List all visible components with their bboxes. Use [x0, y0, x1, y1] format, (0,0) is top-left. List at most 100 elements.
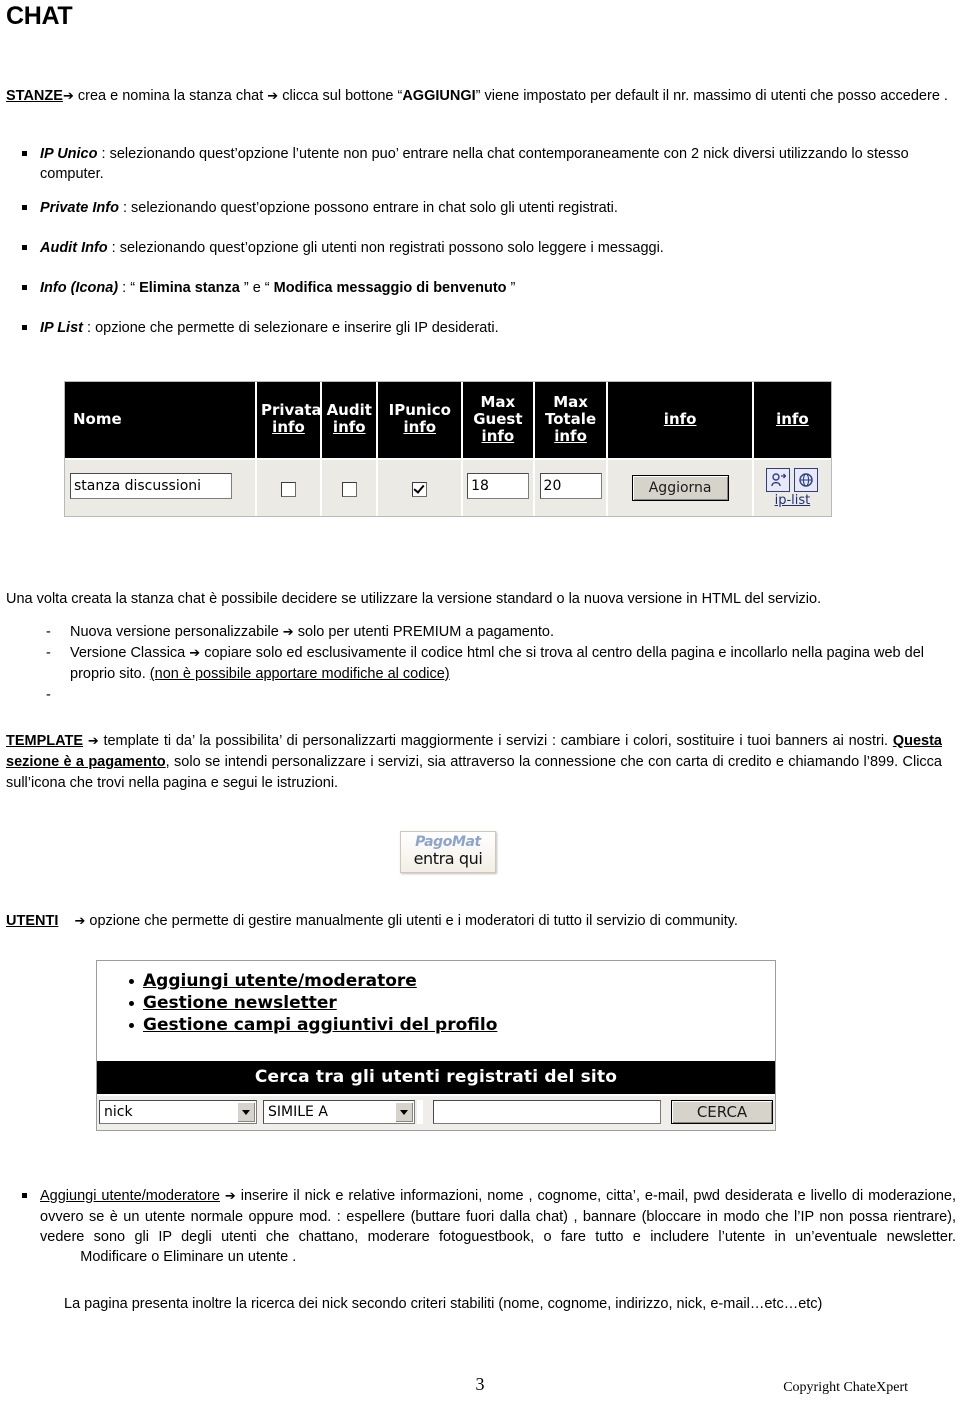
aggiungi-button-name: AGGIUNGI [402, 88, 476, 104]
option-term: Info (Icona) [40, 280, 119, 296]
chevron-down-icon[interactable] [395, 1102, 413, 1122]
list-item-aggiungi-utente-note: Aggiungi utente/moderatore ➔ inserire il… [6, 1186, 956, 1267]
template-term: TEMPLATE [6, 733, 84, 749]
link-label[interactable]: Aggiungi utente/moderatore [143, 971, 417, 991]
closing-note: La pagina presenta inoltre la ricerca de… [64, 1296, 823, 1312]
pagomat-action-label: entra qui [413, 849, 483, 868]
table-row: stanza discussioni 18 20 Aggiorna ip-lis… [65, 458, 831, 516]
column-label-line1: Max [553, 392, 588, 411]
info-link[interactable]: info [382, 419, 457, 436]
search-query-input[interactable] [433, 1100, 661, 1124]
list-item-aggiungi-utente[interactable]: Aggiungi utente/moderatore [129, 971, 775, 992]
info-link[interactable]: info [261, 419, 316, 436]
version-text: Versione Classica [70, 645, 186, 661]
users-links-list: Aggiungi utente/moderatore Gestione news… [97, 961, 775, 1061]
option-term: Private Info [40, 200, 119, 216]
users-search-row: nick SIMILE A CERCA [97, 1094, 775, 1130]
column-label-line2: Guest [473, 409, 523, 428]
ipunico-checkbox[interactable] [412, 481, 428, 497]
page-title: CHAT [6, 2, 73, 30]
column-header-max-guest: Max Guest info [462, 382, 535, 459]
search-field-select[interactable]: nick [99, 1100, 257, 1124]
stanze-term: STANZE [6, 88, 63, 104]
option-text: : opzione che permette di selezionare e … [82, 320, 499, 336]
globe-network-icon[interactable] [794, 468, 819, 492]
link-label[interactable]: Gestione campi aggiuntivi del profilo [143, 1015, 497, 1035]
add-user-note-list: Aggiungi utente/moderatore ➔ inserire il… [6, 1186, 956, 1267]
list-item-info-icona: Info (Icona) : “ Elimina stanza ” e “ Mo… [6, 278, 946, 298]
arrow-icon: ➔ [87, 734, 99, 749]
arrow-icon: ➔ [74, 914, 86, 929]
stanze-text-3: ” viene impostato per default il nr. mas… [475, 88, 948, 104]
option-bold-2: Modifica messaggio di benvenuto [273, 280, 507, 296]
selected-value: nick [104, 1104, 133, 1120]
user-ip-icon[interactable] [766, 468, 791, 492]
list-item-ip-unico: IP Unico : selezionando quest’opzione l’… [6, 144, 946, 184]
selected-value: SIMILE A [268, 1104, 328, 1120]
audit-checkbox[interactable] [341, 481, 357, 497]
list-item-gestione-newsletter[interactable]: Gestione newsletter [129, 993, 775, 1014]
info-link[interactable]: info [467, 427, 529, 445]
column-label-line1: Max [480, 392, 516, 411]
cell-update: Aggiorna [607, 458, 754, 516]
room-name-input[interactable]: stanza discussioni [70, 473, 232, 499]
info-link[interactable]: info [612, 410, 747, 428]
column-label: IPunico [388, 401, 451, 419]
rooms-table: Nome Privata info Audit info IPunico inf… [65, 382, 831, 516]
pagomat-button-screenshot[interactable]: PagoMat entra qui [400, 831, 496, 873]
arrow-icon: ➔ [267, 89, 279, 104]
column-header-audit: Audit info [321, 382, 379, 459]
max-totale-input[interactable]: 20 [539, 473, 602, 499]
option-bold-1: Elimina stanza [139, 280, 240, 296]
stanze-text-1: crea e nomina la stanza chat [77, 88, 264, 104]
link-label[interactable]: Gestione newsletter [143, 993, 337, 1013]
max-guest-input[interactable]: 18 [467, 473, 530, 499]
cell-iplist: ip-list [752, 458, 831, 516]
info-link[interactable]: info [758, 410, 827, 428]
dash-marker: - [46, 624, 51, 640]
option-term: IP List [40, 320, 83, 336]
chat-options-list: IP Unico : selezionando quest’opzione l’… [6, 144, 946, 352]
arrow-icon: ➔ [62, 89, 74, 104]
version-text: Nuova versione personalizzabile [70, 624, 279, 640]
template-text-1: template ti da’ la possibilita’ di perso… [98, 733, 893, 749]
aggiorna-button[interactable]: Aggiorna [631, 475, 729, 501]
option-term: Audit Info [40, 240, 108, 256]
cell-privata [255, 458, 323, 516]
column-header-iplist: info [752, 382, 831, 459]
info-link[interactable]: info [326, 419, 372, 436]
arrow-icon: ➔ [224, 1189, 236, 1204]
option-text-mid: ” e “ [239, 280, 274, 296]
search-operator-select[interactable]: SIMILE A [263, 1100, 415, 1124]
arrow-icon: ➔ [189, 646, 201, 661]
option-text: : selezionando quest’opzione l’utente no… [40, 146, 909, 182]
chevron-down-icon[interactable] [237, 1102, 255, 1122]
version-note-underlined: (non è possibile apportare modifiche al … [149, 666, 450, 682]
stanze-paragraph: STANZE➔ crea e nomina la stanza chat ➔ c… [6, 86, 954, 107]
cell-ipunico [377, 458, 464, 516]
rooms-table-header-row: Nome Privata info Audit info IPunico inf… [65, 382, 831, 459]
info-link[interactable]: info [539, 427, 603, 445]
users-admin-screenshot: Aggiungi utente/moderatore Gestione news… [96, 960, 776, 1131]
ip-icons-group [758, 468, 827, 492]
cell-max-guest: 18 [462, 458, 535, 516]
column-header-update: info [607, 382, 754, 459]
list-item-versione-classica: - Versione Classica ➔ copiare solo ed es… [6, 643, 954, 685]
document-page: CHAT STANZE➔ crea e nomina la stanza cha… [0, 0, 960, 1404]
utenti-text: opzione che permette di gestire manualme… [85, 913, 738, 929]
iplist-link[interactable]: ip-list [758, 493, 827, 508]
note-term: Aggiungi utente/moderatore [40, 1188, 220, 1204]
column-label: Nome [73, 409, 122, 428]
pagomat-brand-label: PagoMat [415, 834, 481, 850]
column-label-line2: Totale [544, 409, 597, 428]
list-item-gestione-campi[interactable]: Gestione campi aggiuntivi del profilo [129, 1015, 775, 1036]
arrow-icon: ➔ [282, 625, 294, 640]
cerca-button[interactable]: CERCA [671, 1100, 773, 1124]
list-item-private-info: Private Info : selezionando quest’opzion… [6, 198, 946, 218]
utenti-paragraph: UTENTI ➔ opzione che permette di gestire… [6, 911, 936, 932]
option-text: : “ [118, 280, 140, 296]
option-text: : selezionando quest’opzione possono ent… [118, 200, 618, 216]
privata-checkbox[interactable] [281, 481, 296, 497]
option-text: : selezionando quest’opzione gli utenti … [107, 240, 664, 256]
note-tail: Modificare o Eliminare un utente . [40, 1249, 297, 1265]
